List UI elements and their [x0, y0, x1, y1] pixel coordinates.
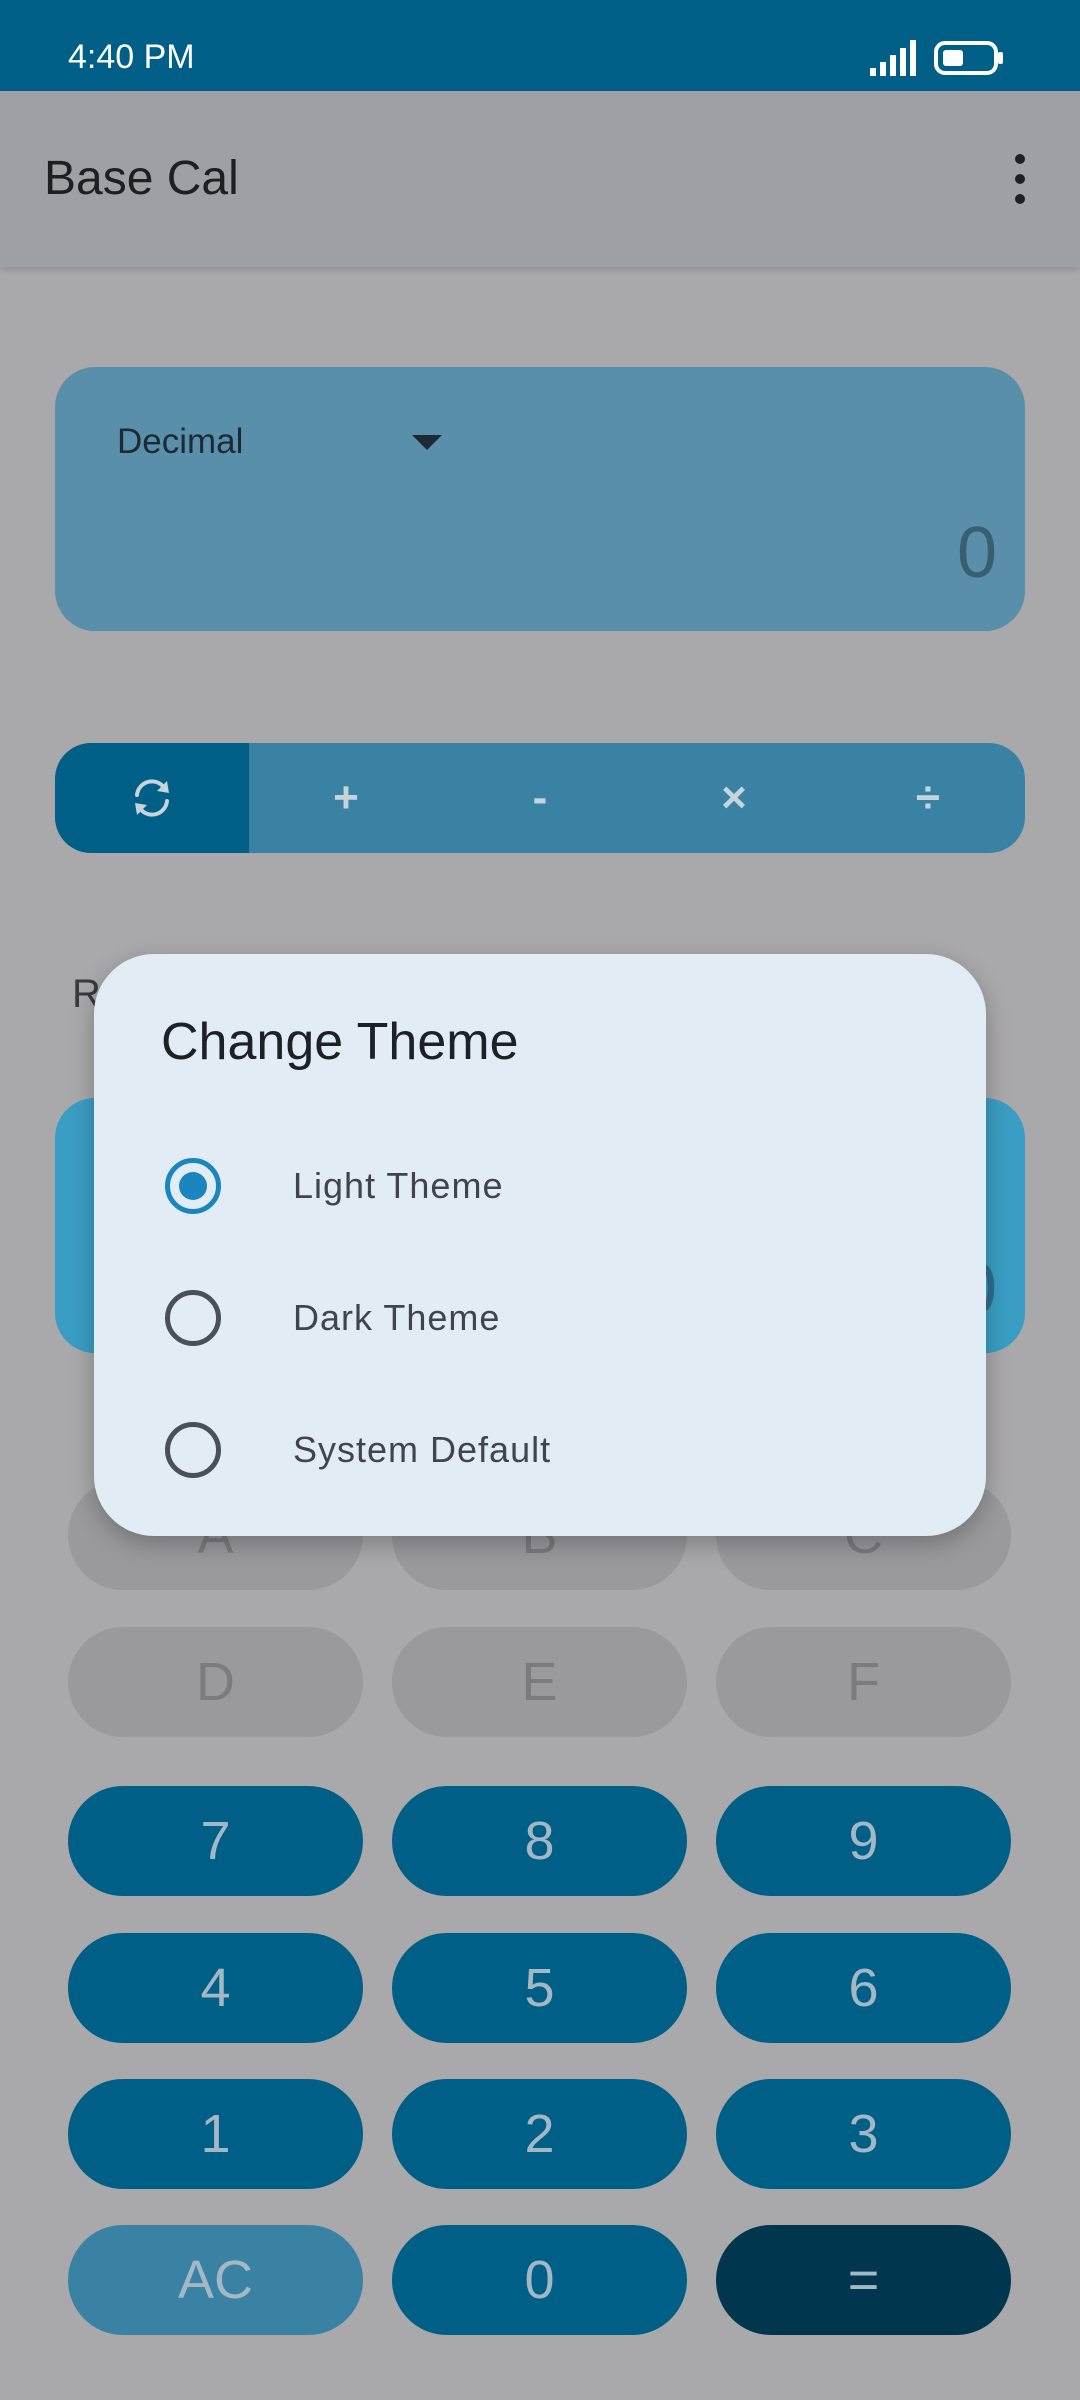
key-e[interactable]: E: [392, 1627, 687, 1737]
radio-unchecked-icon[interactable]: [165, 1422, 221, 1478]
radio-unchecked-icon[interactable]: [165, 1290, 221, 1346]
operation-bar: + - × ÷: [55, 743, 1025, 853]
key-9[interactable]: 9: [716, 1786, 1011, 1896]
status-bar: 4:40 PM: [0, 0, 1080, 91]
key-2[interactable]: 2: [392, 2079, 687, 2189]
theme-option-label: Light Theme: [293, 1165, 504, 1206]
base-select-label: Decimal: [117, 422, 244, 461]
convert-button[interactable]: [55, 743, 249, 853]
add-button[interactable]: +: [249, 743, 443, 853]
input-value[interactable]: 0: [957, 512, 997, 594]
key-0[interactable]: 0: [392, 2225, 687, 2335]
key-d[interactable]: D: [68, 1627, 363, 1737]
theme-option-system[interactable]: System Default: [94, 1390, 986, 1510]
multiply-button[interactable]: ×: [637, 743, 831, 853]
key-4[interactable]: 4: [68, 1933, 363, 2043]
subtract-button[interactable]: -: [443, 743, 637, 853]
signal-icon: [870, 40, 916, 76]
key-8[interactable]: 8: [392, 1786, 687, 1896]
key-6[interactable]: 6: [716, 1933, 1011, 2043]
change-theme-dialog: Change Theme Light Theme Dark Theme Syst…: [94, 954, 986, 1536]
dropdown-arrow-icon[interactable]: [412, 435, 442, 450]
key-7[interactable]: 7: [68, 1786, 363, 1896]
key-1[interactable]: 1: [68, 2079, 363, 2189]
app-title: Base Cal: [44, 152, 239, 205]
dialog-title: Change Theme: [161, 1013, 519, 1071]
key-3[interactable]: 3: [716, 2079, 1011, 2189]
theme-option-light[interactable]: Light Theme: [94, 1126, 986, 1246]
input-card: Decimal 0: [55, 367, 1025, 631]
theme-option-dark[interactable]: Dark Theme: [94, 1258, 986, 1378]
key-5[interactable]: 5: [392, 1933, 687, 2043]
app-bar: Base Cal: [0, 91, 1080, 267]
theme-option-label: Dark Theme: [293, 1297, 501, 1338]
sync-icon: [135, 779, 169, 817]
clear-button[interactable]: AC: [68, 2225, 363, 2335]
equals-button[interactable]: =: [716, 2225, 1011, 2335]
theme-option-label: System Default: [293, 1429, 552, 1470]
radio-checked-icon[interactable]: [165, 1158, 221, 1214]
key-f[interactable]: F: [716, 1627, 1011, 1737]
battery-icon: [934, 41, 1003, 75]
divide-button[interactable]: ÷: [831, 743, 1025, 853]
screen: 4:40 PM Base Cal Decimal 0 + - × ÷ R D E…: [0, 0, 1080, 2400]
more-vert-icon[interactable]: [1000, 149, 1040, 209]
base-select[interactable]: Decimal: [117, 422, 243, 462]
status-time: 4:40 PM: [68, 38, 195, 76]
